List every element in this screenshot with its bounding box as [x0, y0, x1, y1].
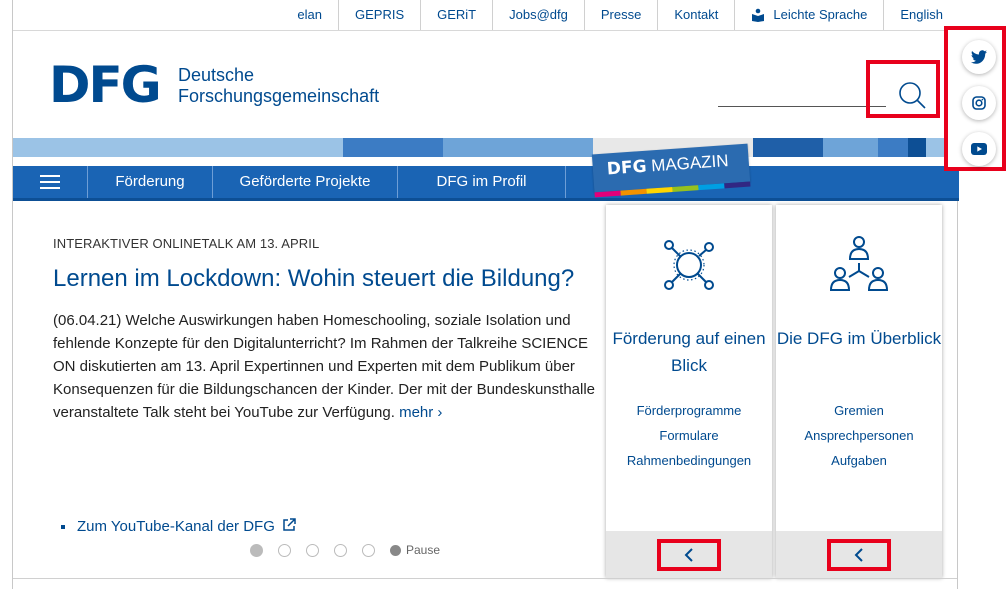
search-button[interactable] — [893, 76, 933, 116]
bullet-icon — [61, 525, 65, 530]
utility-bar: elan GEPRIS GERiT Jobs@dfg Presse Kontak… — [13, 0, 959, 30]
card-title[interactable]: Die DFG im Überblick — [776, 325, 942, 352]
search-icon — [899, 82, 926, 109]
content-divider — [13, 578, 957, 579]
card-title[interactable]: Förderung auf einen Blick — [606, 325, 772, 379]
link-jobs[interactable]: Jobs@dfg — [492, 0, 584, 30]
twitter-button[interactable] — [962, 40, 996, 74]
external-link-icon — [283, 518, 296, 531]
network-icon — [664, 240, 714, 290]
carousel-dot-2[interactable] — [278, 543, 291, 557]
logo-text[interactable]: Deutsche Forschungsgemeinschaft — [178, 65, 379, 107]
nav-item-foerderung[interactable]: Förderung — [88, 166, 213, 198]
instagram-button[interactable] — [962, 86, 996, 120]
card-link-rahmenbedingungen[interactable]: Rahmenbedingungen — [606, 448, 772, 473]
article-kicker: INTERAKTIVER ONLINETALK AM 13. APRIL — [53, 236, 320, 251]
carousel-pagination: Pause — [250, 543, 440, 557]
youtube-channel-link[interactable]: Zum YouTube-Kanal der DFG — [61, 518, 296, 535]
dfg-logo[interactable]: DFG — [49, 57, 162, 113]
logo-line-1: Deutsche — [178, 65, 255, 85]
site-header: DFG Deutsche Forschungsgemeinschaft — [13, 30, 959, 138]
card-link-formulare[interactable]: Formulare — [606, 423, 772, 448]
social-sidebar — [944, 26, 1006, 171]
card-link-aufgaben[interactable]: Aufgaben — [776, 448, 942, 473]
link-leichte-sprache[interactable]: Leichte Sprache — [734, 0, 884, 30]
chevron-left-icon — [684, 548, 693, 562]
magazin-brand: DFG — [606, 156, 648, 180]
article-body: (06.04.21) Welche Auswirkungen haben Hom… — [53, 309, 603, 424]
nav-item-gefoerderte-projekte[interactable]: Geförderte Projekte — [213, 166, 398, 198]
youtube-link-label: Zum YouTube-Kanal der DFG — [77, 518, 275, 535]
menu-button[interactable] — [13, 166, 88, 198]
teaser-card-foerderung: Förderung auf einen Blick Förderprogramm… — [606, 205, 772, 578]
card-link-foerderprogramme[interactable]: Förderprogramme — [606, 398, 772, 423]
leichte-sprache-label: Leichte Sprache — [773, 7, 868, 22]
logo-line-2: Forschungsgemeinschaft — [178, 86, 380, 106]
card-prev-button[interactable] — [827, 539, 891, 571]
card-prev-button[interactable] — [657, 539, 721, 571]
card-links: Förderprogramme Formulare Rahmenbedingun… — [606, 398, 772, 473]
link-presse[interactable]: Presse — [583, 0, 658, 30]
pause-icon — [390, 544, 401, 556]
carousel-dot-3[interactable] — [306, 543, 319, 557]
youtube-button[interactable] — [962, 132, 996, 166]
book-reader-icon — [752, 8, 765, 22]
carousel-dot-5[interactable] — [362, 543, 375, 557]
more-link[interactable]: mehr › — [399, 404, 442, 421]
nav-item-dfg-im-profil[interactable]: DFG im Profil — [398, 166, 566, 198]
link-elan[interactable]: elan — [281, 0, 338, 30]
carousel-dot-1[interactable] — [250, 543, 263, 557]
pause-label: Pause — [406, 543, 441, 557]
article-text: (06.04.21) Welche Auswirkungen haben Hom… — [53, 312, 596, 421]
card-footer — [606, 531, 772, 578]
card-link-gremien[interactable]: Gremien — [776, 398, 942, 423]
link-kontakt[interactable]: Kontakt — [657, 0, 735, 30]
link-gerit[interactable]: GERiT — [420, 0, 493, 30]
carousel-pause-button[interactable]: Pause — [390, 543, 440, 557]
teaser-card-dfg-ueberblick: Die DFG im Überblick Gremien Ansprechper… — [776, 205, 942, 578]
card-links: Gremien Ansprechpersonen Aufgaben — [776, 398, 942, 473]
youtube-icon — [971, 143, 987, 155]
chevron-left-icon — [854, 548, 863, 562]
main-navigation: Förderung Geförderte Projekte DFG im Pro… — [13, 166, 959, 201]
carousel-dot-4[interactable] — [334, 543, 347, 557]
article-headline[interactable]: Lernen im Lockdown: Wohin steuert die Bi… — [53, 263, 603, 295]
page-frame: elan GEPRIS GERiT Jobs@dfg Presse Kontak… — [12, 0, 959, 589]
card-link-ansprechpersonen[interactable]: Ansprechpersonen — [776, 423, 942, 448]
organization-icon — [829, 236, 889, 291]
instagram-icon — [972, 96, 986, 110]
featured-article: INTERAKTIVER ONLINETALK AM 13. APRIL Ler… — [53, 236, 603, 424]
twitter-icon — [971, 50, 987, 64]
magazin-label: MAGAZIN — [650, 150, 730, 176]
search-input[interactable] — [718, 106, 886, 107]
decorative-stripe — [13, 138, 959, 157]
hamburger-icon — [40, 175, 60, 189]
link-gepris[interactable]: GEPRIS — [337, 0, 421, 30]
card-footer — [776, 531, 942, 578]
